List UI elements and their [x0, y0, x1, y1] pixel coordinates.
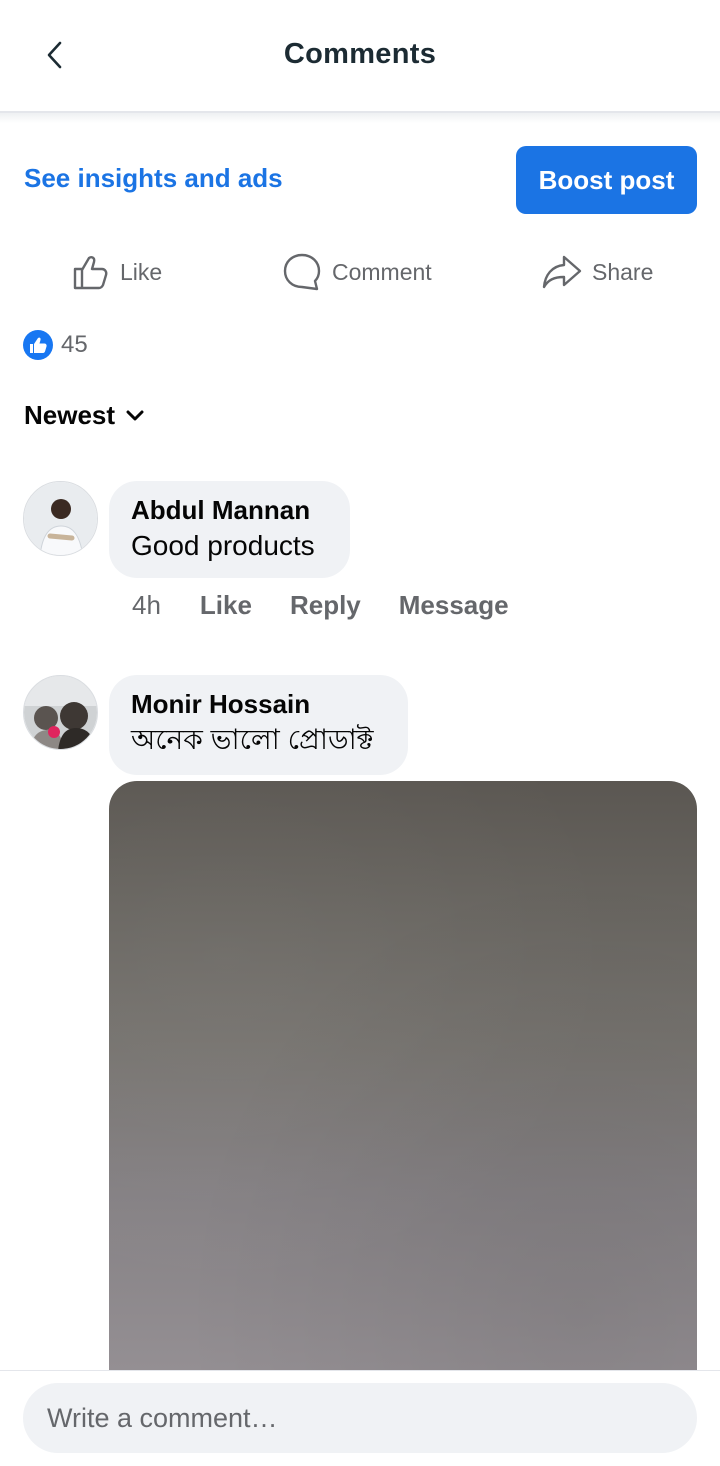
media-texture: [109, 781, 697, 1370]
like-label: Like: [120, 258, 163, 285]
see-insights-link[interactable]: See insights and ads: [24, 163, 283, 194]
comment-author[interactable]: Monir Hossain: [131, 687, 386, 721]
avatar[interactable]: [23, 481, 98, 556]
comment-label: Comment: [332, 258, 432, 285]
sort-label: Newest: [24, 400, 116, 430]
post-action-row: Like Comment Share: [0, 244, 720, 300]
comment-button[interactable]: Comment: [282, 244, 432, 300]
comment-actions: 4h Like Reply Message: [132, 590, 547, 621]
comment-like-button[interactable]: Like: [200, 590, 252, 621]
comment-reply-button[interactable]: Reply: [290, 590, 361, 621]
share-label: Share: [592, 258, 654, 285]
comment-bubble-icon: [283, 253, 321, 291]
comment-bubble[interactable]: Monir Hossain অনেক ভালো প্রোডাক্ট: [109, 675, 408, 775]
page-title: Comments: [283, 38, 437, 70]
share-button[interactable]: Share: [542, 244, 653, 300]
comment-composer: [0, 1370, 720, 1466]
write-comment-input[interactable]: [23, 1383, 697, 1453]
sort-dropdown[interactable]: Newest: [24, 400, 145, 431]
chevron-down-icon: [126, 410, 144, 420]
header-divider: [0, 113, 720, 123]
like-button[interactable]: Like: [72, 244, 162, 300]
header-bar: Comments: [0, 0, 720, 113]
reaction-summary[interactable]: 45: [23, 330, 88, 360]
like-reaction-icon: [23, 330, 53, 360]
reaction-count: 45: [61, 331, 88, 358]
comment-text: Good products: [131, 530, 315, 561]
comment-timestamp: 4h: [132, 590, 161, 620]
comment-text: অনেক ভালো প্রোডাক্ট: [131, 724, 374, 755]
thumbs-up-icon: [73, 256, 108, 290]
comment-media-image[interactable]: [109, 781, 697, 1370]
boost-post-button[interactable]: Boost post: [516, 146, 697, 214]
comment-message-button[interactable]: Message: [399, 590, 509, 621]
share-arrow-icon: [542, 255, 582, 289]
avatar[interactable]: [23, 675, 98, 750]
comment-bubble[interactable]: Abdul Mannan Good products: [109, 481, 350, 578]
comment-author[interactable]: Abdul Mannan: [131, 493, 328, 527]
